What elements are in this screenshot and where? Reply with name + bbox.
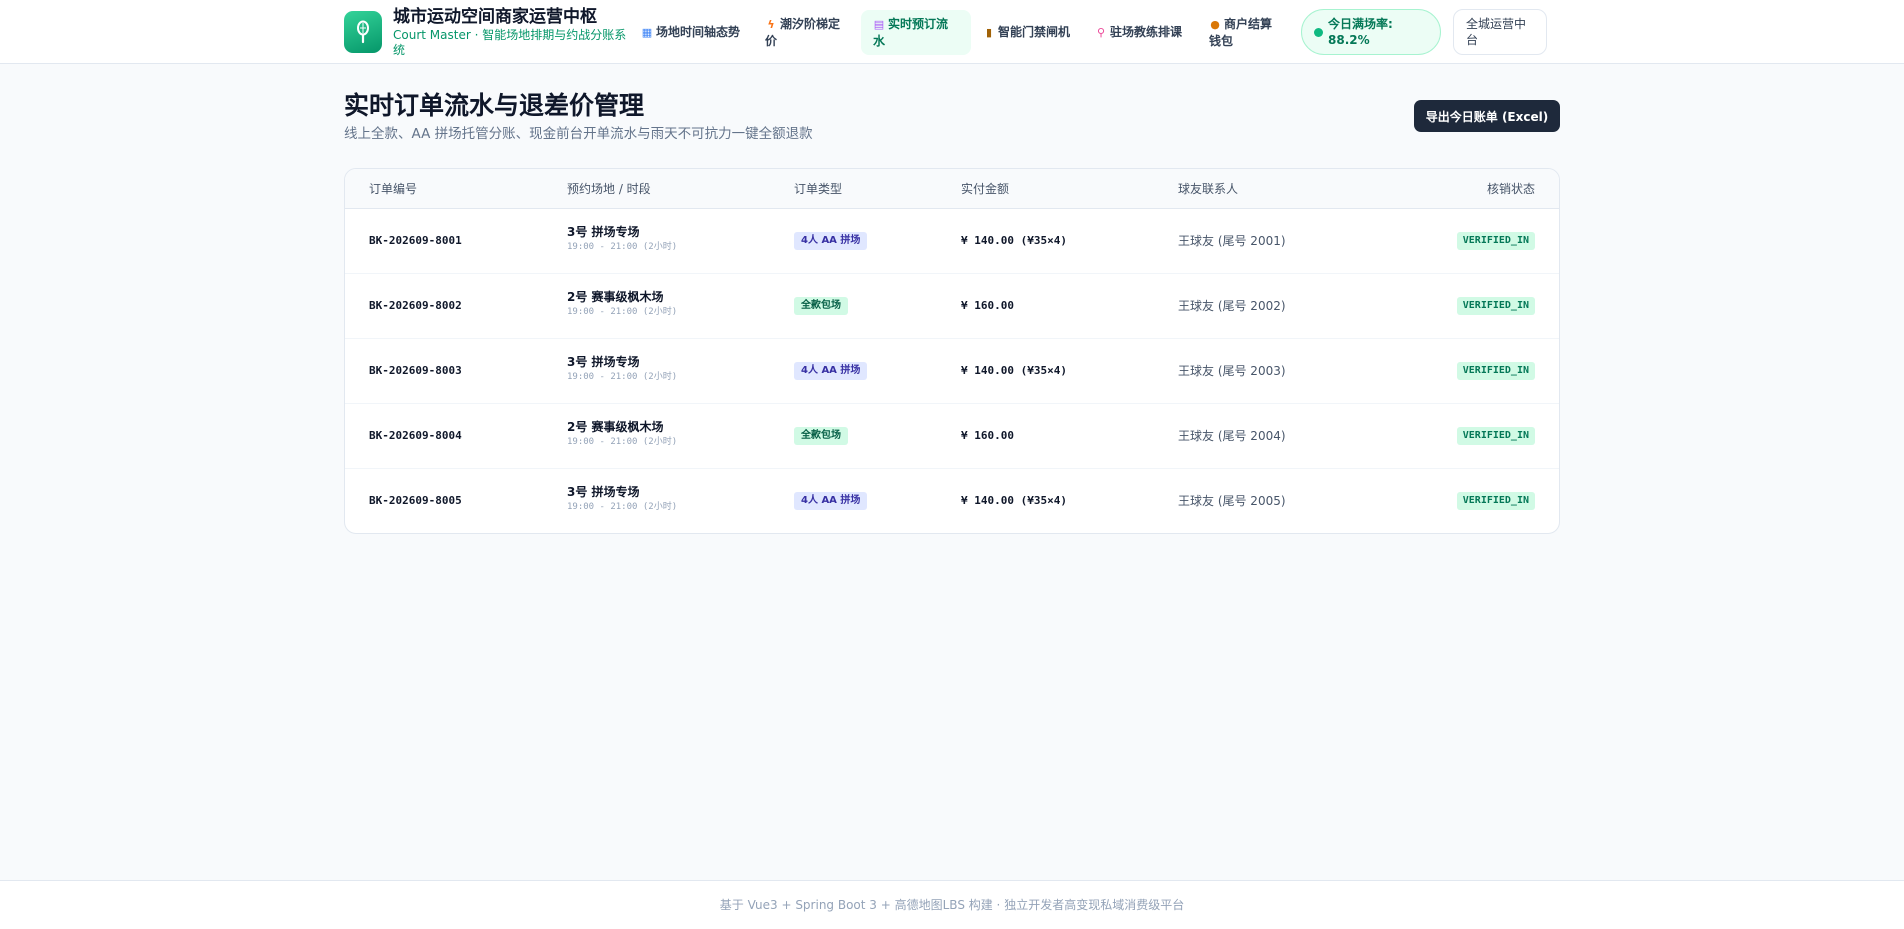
nav-item-label: 场地时间轴态势	[656, 24, 741, 39]
order-id: BK-202609-8002	[369, 299, 462, 312]
column-header-order-id: 订单编号	[369, 182, 418, 196]
page-footer: 基于 Vue3 + Spring Boot 3 + 高德地图LBS 构建 · 独…	[0, 880, 1904, 929]
contact-name: 王球友 (尾号 2001)	[1178, 234, 1286, 248]
page-subtitle: 线上全款、AA 拼场托管分账、现金前台开单流水与雨天不可抗力一键全额退款	[344, 126, 813, 142]
occupancy-rate-badge: 今日满场率: 88.2%	[1301, 9, 1441, 55]
ops-center-button[interactable]: 全城运营中台	[1453, 9, 1547, 55]
paid-amount: ¥ 140.00 (¥35×4)	[961, 494, 1067, 507]
app-logo[interactable]	[344, 11, 382, 53]
column-header-amount: 实付金额	[961, 182, 1010, 196]
status-badge: VERIFIED_IN	[1456, 232, 1535, 250]
moneybag-icon: ●	[1210, 17, 1220, 31]
order-id: BK-202609-8005	[369, 494, 462, 507]
court-name: 3号 拼场专场	[567, 485, 640, 499]
contact-name: 王球友 (尾号 2002)	[1178, 299, 1286, 313]
order-type-badge: 全款包场	[794, 427, 848, 445]
lightning-icon: ϟ	[767, 17, 775, 31]
court-name: 3号 拼场专场	[567, 355, 640, 369]
contact-name: 王球友 (尾号 2004)	[1178, 429, 1286, 443]
app-subtitle: Court Master · 智能场地排期与约战分账系统	[393, 27, 627, 57]
contact-name: 王球友 (尾号 2003)	[1178, 364, 1286, 378]
table-row[interactable]: BK-202609-8005 3号 拼场专场 19:00 - 21:00 (2小…	[345, 469, 1559, 533]
status-badge: VERIFIED_IN	[1456, 362, 1535, 380]
racket-icon	[357, 20, 369, 44]
table-row[interactable]: BK-202609-8002 2号 赛事级枫木场 19:00 - 21:00 (…	[345, 274, 1559, 339]
export-excel-button[interactable]: 导出今日账单 (Excel)	[1414, 100, 1560, 132]
footer-text: 基于 Vue3 + Spring Boot 3 + 高德地图LBS 构建 · 独…	[719, 898, 1185, 912]
court-time: 19:00 - 21:00 (2小时)	[567, 307, 678, 317]
top-navbar: 城市运动空间商家运营中枢 Court Master · 智能场地排期与约战分账系…	[0, 0, 1904, 64]
order-type-badge: 4人 AA 拼场	[794, 232, 868, 250]
nav-item-label: 智能门禁闸机	[998, 24, 1071, 39]
court-cell: 2号 赛事级枫木场 19:00 - 21:00 (2小时)	[567, 419, 677, 449]
clipboard-icon: ▤	[873, 17, 885, 31]
table-row[interactable]: BK-202609-8001 3号 拼场专场 19:00 - 21:00 (2小…	[345, 209, 1559, 274]
order-type-badge: 4人 AA 拼场	[794, 362, 868, 380]
occupancy-rate-label: 今日满场率: 88.2%	[1328, 17, 1393, 47]
orders-table: 订单编号 预约场地 / 时段 订单类型 实付金额 球友联系人 核销状态 BK-2…	[344, 168, 1560, 534]
court-cell: 3号 拼场专场 19:00 - 21:00 (2小时)	[567, 484, 677, 514]
nav-item-pricing[interactable]: ϟ 潮汐阶梯定价	[753, 10, 861, 55]
order-type-badge: 全款包场	[794, 297, 848, 315]
column-header-status: 核销状态	[1486, 182, 1535, 196]
door-icon: ▮	[985, 25, 993, 39]
table-header: 订单编号 预约场地 / 时段 订单类型 实付金额 球友联系人 核销状态	[345, 169, 1559, 209]
nav-item-timeline[interactable]: ▦ 场地时间轴态势	[629, 18, 753, 47]
nav-item-coach[interactable]: ⚲ 驻场教练排课	[1083, 18, 1197, 47]
nav-item-gate[interactable]: ▮ 智能门禁闸机	[971, 18, 1083, 47]
nav-item-wallet[interactable]: ● 商户结算钱包	[1197, 10, 1295, 55]
main-nav: ▦ 场地时间轴态势 ϟ 潮汐阶梯定价 ▤ 实时预订流水 ▮ 智能门禁闸机 ⚲ 驻场教练排课…	[629, 9, 1295, 55]
table-row[interactable]: BK-202609-8003 3号 拼场专场 19:00 - 21:00 (2小…	[345, 339, 1559, 404]
status-badge: VERIFIED_IN	[1456, 492, 1535, 510]
order-type-badge: 4人 AA 拼场	[794, 492, 868, 510]
paid-amount: ¥ 160.00	[961, 429, 1014, 442]
paid-amount: ¥ 160.00	[961, 299, 1014, 312]
column-header-type: 订单类型	[794, 182, 843, 196]
contact-name: 王球友 (尾号 2005)	[1178, 494, 1286, 508]
order-id: BK-202609-8003	[369, 364, 462, 377]
page-title: 实时订单流水与退差价管理	[344, 91, 645, 120]
column-header-contact: 球友联系人	[1178, 182, 1239, 196]
court-time: 19:00 - 21:00 (2小时)	[567, 242, 678, 252]
nav-item-orders[interactable]: ▤ 实时预订流水	[861, 9, 971, 55]
column-header-court: 预约场地 / 时段	[567, 182, 651, 196]
nav-item-label: 驻场教练排课	[1110, 24, 1183, 39]
paid-amount: ¥ 140.00 (¥35×4)	[961, 364, 1067, 377]
court-cell: 3号 拼场专场 19:00 - 21:00 (2小时)	[567, 224, 677, 254]
court-cell: 3号 拼场专场 19:00 - 21:00 (2小时)	[567, 354, 677, 384]
table-row[interactable]: BK-202609-8004 2号 赛事级枫木场 19:00 - 21:00 (…	[345, 404, 1559, 469]
court-time: 19:00 - 21:00 (2小时)	[567, 437, 678, 447]
court-name: 2号 赛事级枫木场	[567, 420, 664, 434]
court-time: 19:00 - 21:00 (2小时)	[567, 372, 678, 382]
calendar-icon: ▦	[641, 25, 653, 39]
court-name: 3号 拼场专场	[567, 225, 640, 239]
court-time: 19:00 - 21:00 (2小时)	[567, 502, 678, 512]
paid-amount: ¥ 140.00 (¥35×4)	[961, 234, 1067, 247]
court-name: 2号 赛事级枫木场	[567, 290, 664, 304]
status-badge: VERIFIED_IN	[1456, 427, 1535, 445]
court-cell: 2号 赛事级枫木场 19:00 - 21:00 (2小时)	[567, 289, 677, 319]
app-title: 城市运动空间商家运营中枢	[393, 6, 597, 27]
status-badge: VERIFIED_IN	[1456, 297, 1535, 315]
brand-block: 城市运动空间商家运营中枢 Court Master · 智能场地排期与约战分账系…	[393, 7, 629, 58]
order-id: BK-202609-8004	[369, 429, 462, 442]
order-id: BK-202609-8001	[369, 234, 462, 247]
status-dot-icon	[1314, 27, 1323, 37]
pin-icon: ⚲	[1096, 25, 1106, 39]
